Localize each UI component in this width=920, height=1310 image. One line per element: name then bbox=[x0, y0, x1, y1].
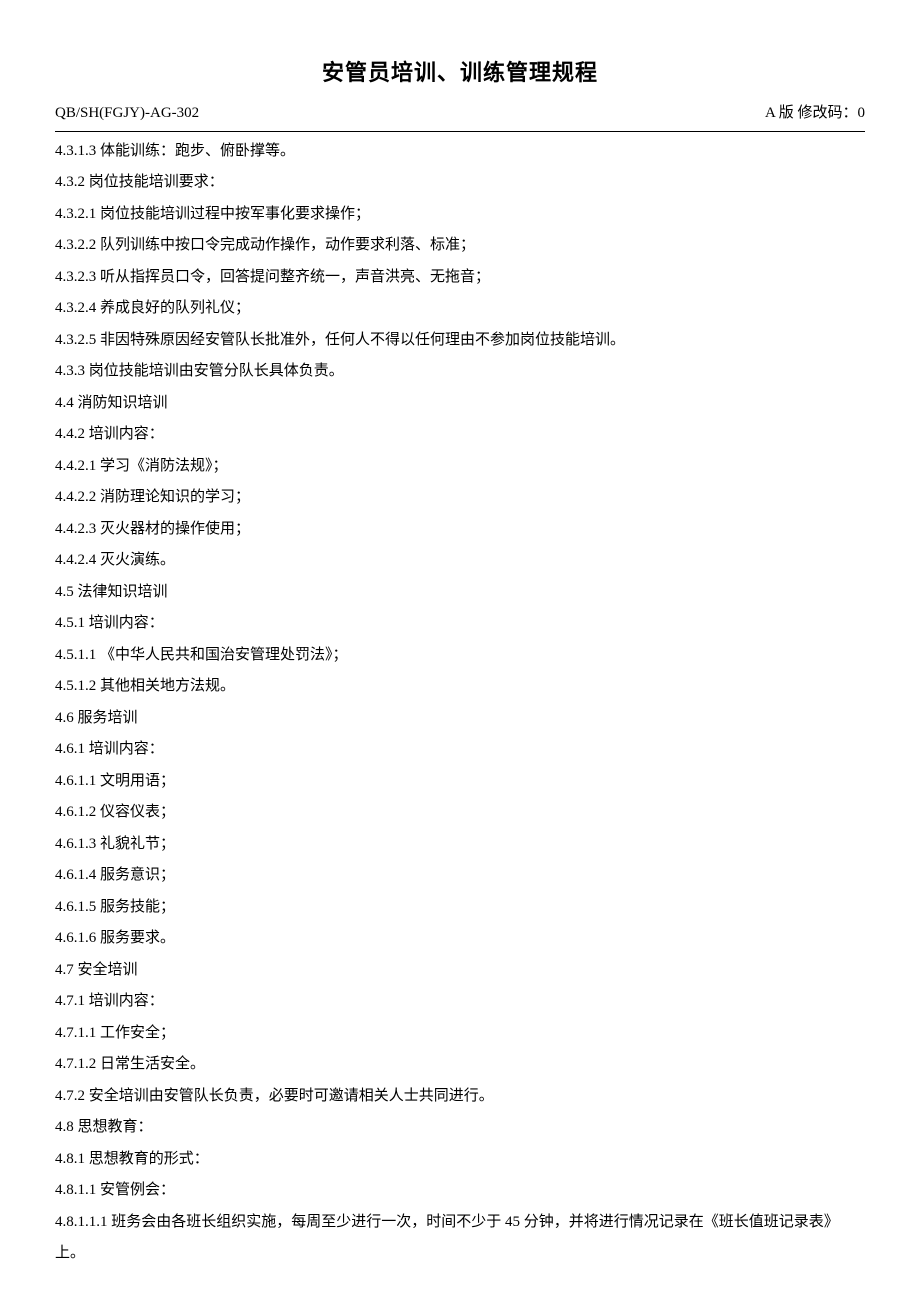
content-line: 4.8 思想教育： bbox=[55, 1112, 865, 1144]
content-line: 4.5.1.1 《中华人民共和国治安管理处罚法》； bbox=[55, 640, 865, 672]
content-line: 4.7.1 培训内容： bbox=[55, 986, 865, 1018]
content-body: 4.3.1.3 体能训练：跑步、俯卧撑等。4.3.2 岗位技能培训要求：4.3.… bbox=[55, 136, 865, 1270]
content-line: 4.6.1 培训内容： bbox=[55, 734, 865, 766]
content-line: 4.6.1.2 仪容仪表； bbox=[55, 797, 865, 829]
doc-version: A 版 修改码：0 bbox=[765, 98, 865, 130]
content-line: 4.3.2.4 养成良好的队列礼仪； bbox=[55, 293, 865, 325]
content-line: 4.4.2.1 学习《消防法规》； bbox=[55, 451, 865, 483]
content-line: 4.4.2 培训内容： bbox=[55, 419, 865, 451]
content-line: 4.6.1.5 服务技能； bbox=[55, 892, 865, 924]
content-line: 4.3.2.3 听从指挥员口令，回答提问整齐统一，声音洪亮、无拖音； bbox=[55, 262, 865, 294]
content-line: 4.4.2.3 灭火器材的操作使用； bbox=[55, 514, 865, 546]
content-line: 4.3.2.5 非因特殊原因经安管队长批准外，任何人不得以任何理由不参加岗位技能… bbox=[55, 325, 865, 357]
doc-code: QB/SH(FGJY)-AG-302 bbox=[55, 98, 199, 130]
content-line: 4.8.1.1 安管例会： bbox=[55, 1175, 865, 1207]
content-line: 4.6.1.4 服务意识； bbox=[55, 860, 865, 892]
content-line: 4.8.1 思想教育的形式： bbox=[55, 1144, 865, 1176]
content-line: 4.6.1.1 文明用语； bbox=[55, 766, 865, 798]
page-title: 安管员培训、训练管理规程 bbox=[55, 50, 865, 96]
content-line: 4.7.2 安全培训由安管队长负责，必要时可邀请相关人士共同进行。 bbox=[55, 1081, 865, 1113]
content-line: 4.3.2.1 岗位技能培训过程中按军事化要求操作； bbox=[55, 199, 865, 231]
content-line: 4.5 法律知识培训 bbox=[55, 577, 865, 609]
content-line: 4.6 服务培训 bbox=[55, 703, 865, 735]
content-line: 4.6.1.6 服务要求。 bbox=[55, 923, 865, 955]
content-line: 4.4.2.2 消防理论知识的学习； bbox=[55, 482, 865, 514]
content-line: 4.3.1.3 体能训练：跑步、俯卧撑等。 bbox=[55, 136, 865, 168]
content-line: 4.3.2 岗位技能培训要求： bbox=[55, 167, 865, 199]
content-line: 4.7.1.1 工作安全； bbox=[55, 1018, 865, 1050]
content-line: 4.5.1.2 其他相关地方法规。 bbox=[55, 671, 865, 703]
content-line: 4.4 消防知识培训 bbox=[55, 388, 865, 420]
content-line: 4.6.1.3 礼貌礼节； bbox=[55, 829, 865, 861]
content-line: 4.5.1 培训内容： bbox=[55, 608, 865, 640]
content-line: 4.8.1.1.1 班务会由各班长组织实施，每周至少进行一次，时间不少于 45 … bbox=[55, 1207, 865, 1270]
content-line: 4.4.2.4 灭火演练。 bbox=[55, 545, 865, 577]
content-line: 4.7.1.2 日常生活安全。 bbox=[55, 1049, 865, 1081]
content-line: 4.3.2.2 队列训练中按口令完成动作操作，动作要求利落、标准； bbox=[55, 230, 865, 262]
header-row: QB/SH(FGJY)-AG-302 A 版 修改码：0 bbox=[55, 98, 865, 132]
content-line: 4.3.3 岗位技能培训由安管分队长具体负责。 bbox=[55, 356, 865, 388]
content-line: 4.7 安全培训 bbox=[55, 955, 865, 987]
